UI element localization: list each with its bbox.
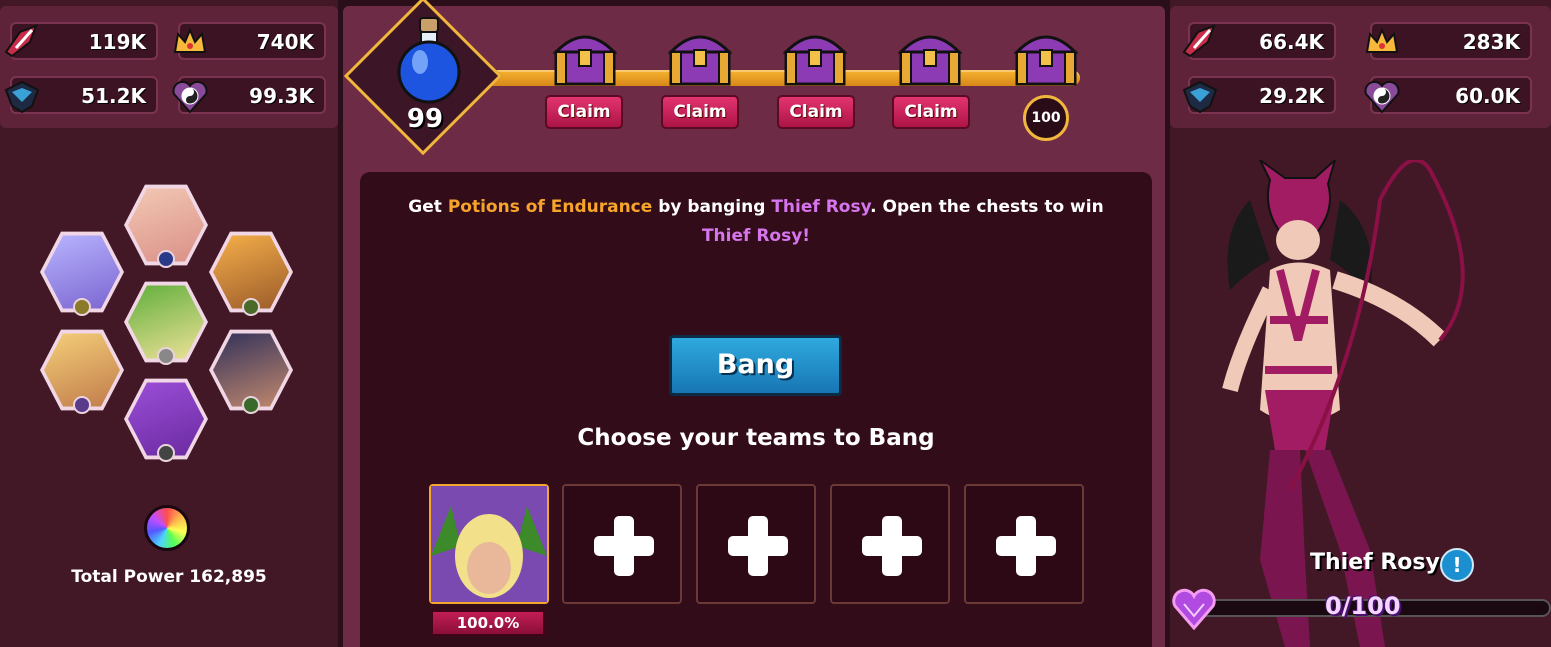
total-power-label: Total Power 162,895 (71, 567, 267, 587)
knowhow-icon (1182, 80, 1218, 114)
add-team-icon (728, 516, 788, 576)
desc-target: Thief Rosy (771, 197, 871, 217)
player-knowhow-value: 51.2K (81, 84, 146, 108)
team-slot-3[interactable] (696, 484, 816, 604)
team-slot-1-percent: 100.0% (431, 610, 545, 636)
team-slot-1[interactable] (429, 484, 549, 604)
crown-icon (173, 27, 207, 53)
opponent-knowhow-value: 29.2K (1259, 84, 1324, 108)
opponent-knowhow-stat: 29.2K (1182, 76, 1336, 114)
event-description: Get Potions of Endurance by banging Thie… (380, 193, 1132, 251)
hardcore-icon (4, 24, 38, 58)
player-ego-stat: 99.3K (172, 76, 326, 114)
chest-icon (897, 35, 963, 86)
opponent-hardcore-stat: 66.4K (1182, 22, 1336, 60)
element-icon (242, 298, 260, 316)
chest-icon (782, 35, 848, 86)
team-girl-portrait (431, 486, 547, 602)
team-slot-2[interactable] (562, 484, 682, 604)
player-charm-stat: 740K (173, 22, 326, 60)
add-team-icon (862, 516, 922, 576)
player-charm-value: 740K (256, 30, 314, 54)
potion-count: 99 (406, 104, 444, 134)
claim-button-2[interactable]: Claim (661, 95, 739, 129)
potion-icon (397, 17, 461, 104)
desc-suffix: . Open the chests to win (870, 197, 1104, 217)
opponent-ego-stat: 60.0K (1364, 76, 1532, 114)
element-icon (157, 444, 175, 462)
reward-threshold-badge: 100 (1023, 95, 1069, 141)
chest-icon (552, 35, 618, 86)
opponent-ego-value: 60.0K (1455, 84, 1520, 108)
affection-heart-icon (1172, 588, 1216, 630)
element-icon (157, 250, 175, 268)
crown-icon (1365, 27, 1399, 53)
desc-target-2: Thief Rosy! (701, 226, 811, 246)
hardcore-icon (1182, 24, 1216, 58)
opponent-name: Thief Rosy (1310, 550, 1440, 575)
player-knowhow-stat: 51.2K (4, 76, 158, 114)
element-icon (73, 298, 91, 316)
element-icon (242, 396, 260, 414)
claim-button-3[interactable]: Claim (777, 95, 855, 129)
desc-item: Potions of Endurance (447, 197, 653, 217)
add-team-icon (996, 516, 1056, 576)
player-ego-value: 99.3K (249, 84, 314, 108)
element-icon (73, 396, 91, 414)
team-slot-5[interactable] (964, 484, 1084, 604)
element-icon (157, 347, 175, 365)
opponent-charm-value: 283K (1462, 30, 1520, 54)
team-theme-icon (144, 505, 190, 551)
desc-prefix: Get (408, 197, 448, 217)
knowhow-icon (4, 80, 40, 114)
info-icon[interactable]: ! (1440, 548, 1474, 582)
claim-button-1[interactable]: Claim (545, 95, 623, 129)
team-slot-4[interactable] (830, 484, 950, 604)
player-hardcore-value: 119K (88, 30, 146, 54)
ego-heart-icon (1364, 80, 1400, 114)
ego-heart-icon (172, 80, 208, 114)
choose-teams-label: Choose your teams to Bang (577, 425, 935, 451)
bang-button[interactable]: Bang (669, 335, 842, 396)
player-hardcore-stat: 119K (4, 22, 158, 60)
desc-middle: by banging (652, 197, 772, 217)
chest-icon (667, 35, 733, 86)
affection-value: 0/100 (1325, 592, 1401, 620)
chest-icon (1013, 35, 1079, 86)
claim-button-4[interactable]: Claim (892, 95, 970, 129)
add-team-icon (594, 516, 654, 576)
opponent-charm-stat: 283K (1365, 22, 1532, 60)
opponent-hardcore-value: 66.4K (1259, 30, 1324, 54)
